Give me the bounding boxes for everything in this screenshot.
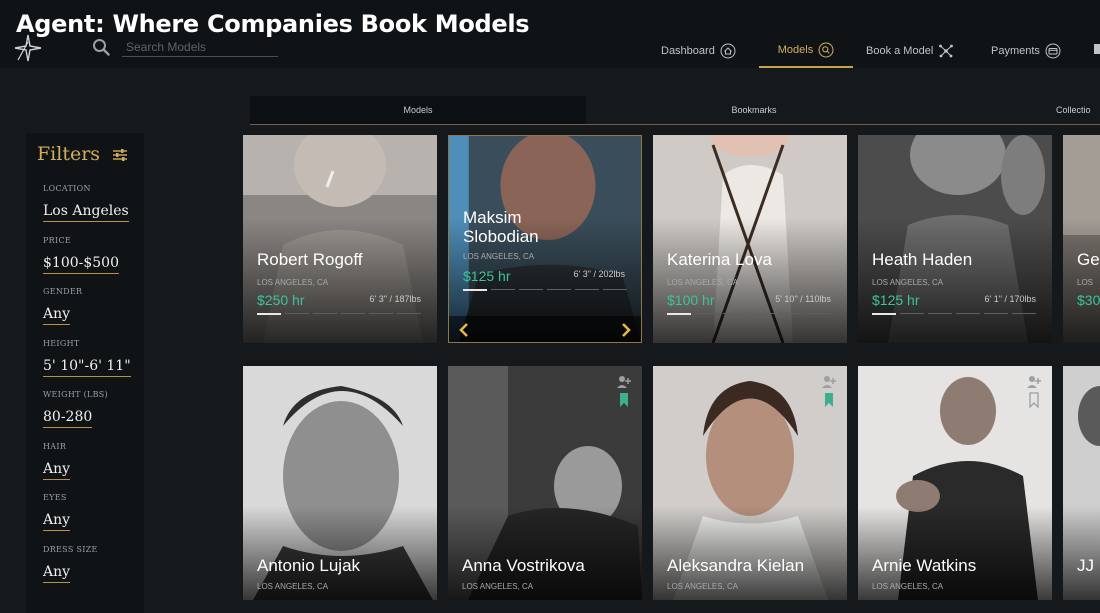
model-name: Arnie Watkins — [872, 556, 977, 575]
nav-models-label: Models — [777, 44, 814, 56]
model-name: JJ — [1077, 556, 1094, 575]
model-price: $100 hr — [667, 292, 715, 308]
model-stats: 6' 1" / 170lbs — [984, 294, 1036, 304]
model-card[interactable]: Aleksandra Kielan LOS ANGELES, CA — [653, 366, 847, 600]
filter-location-label: LOCATION — [43, 184, 91, 193]
filter-weight-value[interactable]: 80-280 — [43, 409, 93, 428]
model-location: LOS ANGELES, CA — [872, 278, 944, 287]
filter-location-value[interactable]: Los Angeles — [43, 203, 129, 222]
model-stats: 6' 3" / 202lbs — [573, 269, 625, 279]
tab-collections[interactable]: Collectio — [1056, 96, 1100, 124]
bookmark-icon[interactable] — [616, 392, 632, 408]
nav-payments-label: Payments — [991, 45, 1040, 57]
model-card[interactable]: Heath Haden LOS ANGELES, CA $125 hr 6' 1… — [858, 135, 1052, 343]
model-card[interactable]: Robert Rogoff LOS ANGELES, CA $250 hr 6'… — [243, 135, 437, 343]
model-card[interactable]: Katerina Lova LOS ANGELES, CA $100 hr 5'… — [653, 135, 847, 343]
model-name: Robert Rogoff — [257, 250, 363, 269]
bookmark-outline-icon[interactable] — [1026, 392, 1042, 408]
card-icon — [1045, 43, 1061, 59]
model-price: $125 hr — [872, 292, 920, 308]
photo-carousel-indicator — [257, 313, 421, 316]
model-location: LOS ANGELES, CA — [257, 278, 329, 287]
chevron-right-icon[interactable] — [614, 318, 638, 342]
agent-logo-icon[interactable] — [14, 34, 42, 62]
tab-bookmarks[interactable]: Bookmarks — [586, 96, 922, 124]
model-location: LOS ANGELES, CA — [257, 582, 329, 591]
filter-height-value[interactable]: 5' 10"-6' 11" — [43, 358, 131, 377]
bookmark-icon[interactable] — [821, 392, 837, 408]
photo-carousel-indicator — [463, 289, 627, 292]
filter-hair-label: HAIR — [43, 442, 67, 451]
carousel-controls — [449, 316, 641, 342]
filter-eyes-value[interactable]: Any — [43, 512, 71, 531]
add-person-icon[interactable] — [821, 374, 837, 390]
nav-overflow-edge — [1094, 44, 1100, 54]
nav-book-label: Book a Model — [866, 45, 934, 57]
filter-dress-size-label: DRESS SIZE — [43, 545, 98, 554]
model-location: LOS ANGELES, CA — [463, 252, 535, 261]
filters-panel: Filters LOCATION Los Angeles PRICE $100-… — [26, 133, 144, 613]
filters-title: Filters — [37, 143, 101, 165]
model-stats: 5' 10" / 110lbs — [775, 294, 831, 304]
chevron-left-icon[interactable] — [452, 318, 476, 342]
model-name: Anna Vostrikova — [462, 556, 585, 575]
models-subtabs: Models Bookmarks Collectio — [250, 96, 1100, 125]
model-location: LOS — [1077, 278, 1094, 287]
model-name: Ge — [1077, 250, 1100, 269]
search-input[interactable] — [122, 38, 278, 57]
nav-payments[interactable]: Payments — [991, 34, 1061, 68]
filter-dress-size-value[interactable]: Any — [43, 564, 71, 583]
model-location: LOS ANGELES, CA — [462, 582, 534, 591]
network-icon — [939, 44, 954, 58]
model-card-hovered[interactable]: Maksim Slobodian LOS ANGELES, CA $125 hr… — [448, 135, 642, 343]
model-location: LOS ANGELES, CA — [667, 278, 739, 287]
filter-height-label: HEIGHT — [43, 339, 80, 348]
card-gradient — [1063, 506, 1100, 600]
model-name: Aleksandra Kielan — [667, 556, 805, 575]
photo-carousel-indicator — [872, 313, 1036, 316]
search-icon[interactable] — [92, 38, 110, 56]
filter-eyes-label: EYES — [43, 493, 67, 502]
photo-carousel-indicator — [667, 313, 831, 316]
nav-dashboard[interactable]: Dashboard — [661, 34, 736, 68]
filter-hair-value[interactable]: Any — [43, 461, 71, 480]
model-name: Katerina Lova — [667, 250, 772, 269]
add-person-icon[interactable] — [1026, 374, 1042, 390]
model-name: Maksim Slobodian — [463, 208, 539, 246]
model-location: LOS ANGELES, CA — [667, 582, 739, 591]
home-icon — [720, 43, 736, 59]
filter-gender-label: GENDER — [43, 287, 83, 296]
sliders-icon[interactable] — [112, 148, 128, 162]
model-card-partial[interactable]: JJ — [1063, 366, 1100, 600]
add-person-icon[interactable] — [616, 374, 632, 390]
model-card[interactable]: Arnie Watkins LOS ANGELES, CA — [858, 366, 1052, 600]
model-stats: 6' 3" / 187lbs — [369, 294, 421, 304]
model-name: Antonio Lujak — [257, 556, 361, 575]
filter-gender-value[interactable]: Any — [43, 306, 71, 325]
model-name: Heath Haden — [872, 250, 973, 269]
model-price: $125 hr — [463, 268, 511, 284]
nav-dashboard-label: Dashboard — [661, 45, 715, 57]
model-price: $30 — [1077, 292, 1100, 308]
nav-book-a-model[interactable]: Book a Model — [866, 34, 954, 68]
video-caption-headline: Agent: Where Companies Book Models — [16, 10, 530, 38]
filter-price-label: PRICE — [43, 236, 72, 245]
model-card[interactable]: Anna Vostrikova LOS ANGELES, CA — [448, 366, 642, 600]
model-card[interactable]: Antonio Lujak LOS ANGELES, CA — [243, 366, 437, 600]
nav-models[interactable]: Models — [759, 34, 853, 68]
filter-weight-label: WEIGHT (LBS) — [43, 390, 108, 399]
filter-price-value[interactable]: $100-$500 — [43, 255, 119, 274]
tab-models[interactable]: Models — [250, 96, 586, 124]
model-price: $250 hr — [257, 292, 305, 308]
model-card-partial[interactable]: Ge LOS $30 — [1063, 135, 1100, 343]
search-circle-icon — [818, 42, 834, 58]
model-location: LOS ANGELES, CA — [872, 582, 944, 591]
